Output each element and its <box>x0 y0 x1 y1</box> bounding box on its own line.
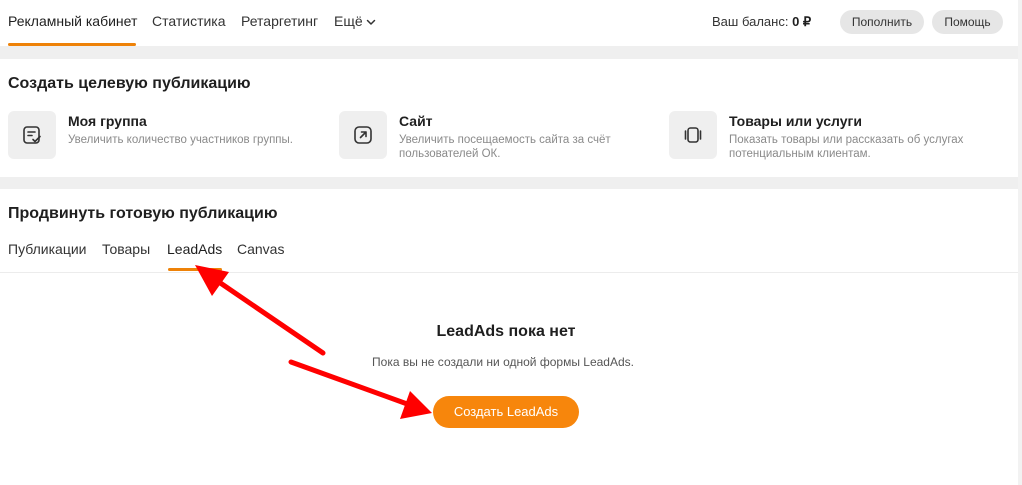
tab-canvas[interactable]: Canvas <box>237 241 284 257</box>
card-description: Увеличить количество участников группы. <box>68 134 293 146</box>
help-button[interactable]: Помощь <box>932 10 1003 34</box>
chevron-down-icon <box>366 19 375 25</box>
card-description: Показать товары или рассказать об услуга… <box>729 134 964 160</box>
active-tab-indicator <box>168 268 222 271</box>
tab-products[interactable]: Товары <box>102 241 150 257</box>
group-post-icon <box>23 126 41 144</box>
empty-state-description: Пока вы не создали ни одной формы LeadAd… <box>372 355 634 369</box>
promote-section-title: Продвинуть готовую публикацию <box>8 205 278 222</box>
nav-item-more-label: Ещё <box>334 13 363 29</box>
balance-value: 0 ₽ <box>792 14 812 29</box>
empty-state-title: LeadAds пока нет <box>436 323 576 340</box>
top-navigation: Рекламный кабинет Статистика Ретаргетинг… <box>0 0 1018 46</box>
topup-button[interactable]: Пополнить <box>840 10 924 34</box>
nav-item-retargeting[interactable]: Ретаргетинг <box>241 13 318 29</box>
tab-publications[interactable]: Публикации <box>8 241 86 257</box>
tab-leadads[interactable]: LeadAds <box>167 241 222 257</box>
section-gap <box>0 46 1018 59</box>
create-section-title: Создать целевую публикацию <box>8 75 251 92</box>
card-title: Сайт <box>399 113 433 129</box>
nav-item-statistics[interactable]: Статистика <box>152 13 226 29</box>
nav-item-more[interactable]: Ещё <box>334 13 377 29</box>
create-card-site[interactable]: Сайт Увеличить посещаемость сайта за счё… <box>339 111 659 171</box>
page: Рекламный кабинет Статистика Ретаргетинг… <box>0 0 1018 485</box>
card-icon-box <box>8 111 56 159</box>
create-card-products[interactable]: Товары или услуги Показать товары или ра… <box>669 111 1009 171</box>
external-link-icon <box>354 126 372 144</box>
nav-item-ad-cabinet[interactable]: Рекламный кабинет <box>8 13 137 29</box>
create-leadads-button[interactable]: Создать LeadAds <box>433 396 579 428</box>
card-title: Товары или услуги <box>729 113 862 129</box>
card-description: Увеличить посещаемость сайта за счёт пол… <box>399 134 611 160</box>
tabs-divider <box>0 272 1018 273</box>
card-icon-box <box>339 111 387 159</box>
card-title: Моя группа <box>68 113 147 129</box>
scrollbar-track[interactable] <box>1018 0 1022 485</box>
products-carousel-icon <box>684 127 702 143</box>
card-icon-box <box>669 111 717 159</box>
section-gap <box>0 177 1018 189</box>
create-card-my-group[interactable]: Моя группа Увеличить количество участник… <box>8 111 328 171</box>
balance-label: Ваш баланс: <box>712 14 789 29</box>
balance: Ваш баланс: 0 ₽ <box>712 14 811 30</box>
